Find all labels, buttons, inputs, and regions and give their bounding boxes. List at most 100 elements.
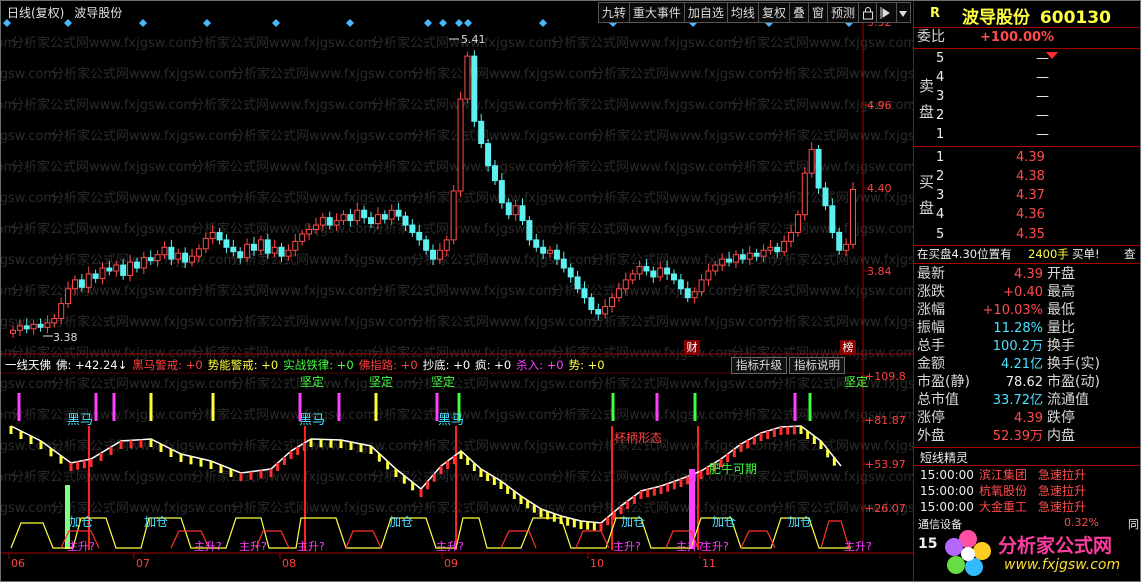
add-position-label: 加仓 [788, 515, 812, 529]
candle-body [306, 229, 313, 235]
major-events-button[interactable]: 重大事件 [629, 2, 685, 23]
candle-body [271, 246, 278, 254]
event-diamond-icon [539, 19, 547, 27]
watermark-text: 分析家公式网www.fxjgsw.com [51, 128, 236, 144]
candle-body [113, 264, 120, 272]
watermark-text: 分析家公式网www.fxjgsw.com [191, 469, 376, 485]
flag-arrow-icon[interactable] [877, 2, 897, 23]
quote-title: 波导股份 600130 [962, 3, 1111, 28]
sell-row-5: 5— [936, 51, 1049, 66]
main-up-label: 主升? [436, 540, 464, 553]
add-watchlist-button[interactable]: 加自选 [684, 2, 728, 23]
watermark-text: 分析家公式网www.fxjgsw.com [731, 469, 913, 485]
candle-body [505, 202, 512, 216]
add-position-label: 加仓 [389, 515, 413, 529]
watermark-text: 分析家公式网www.fxjgsw.com [11, 159, 196, 175]
watermark-text: 分析家公式网www.fxjgsw.com [591, 128, 776, 144]
watermark-text: 分析家公式网www.fxjgsw.com [231, 66, 416, 82]
short-line-item[interactable]: 15:00:00 大金重工 急速拉升 [914, 499, 1140, 515]
indicator-heima: 黑马警戒: +0 [132, 358, 203, 372]
candle-body [595, 309, 602, 315]
indicator-shineng: 势能警戒: +0 [207, 358, 279, 372]
candle-body [547, 249, 554, 254]
event-diamond-icon [439, 19, 447, 27]
candle-body [106, 267, 113, 272]
candle-body [326, 217, 333, 226]
jiuzhuan-button[interactable]: 九转 [597, 2, 630, 23]
candle-body [581, 288, 588, 299]
candle-body [712, 264, 719, 272]
order-notice[interactable]: 在买盘4.30位置有 2400手 买单! 查 [914, 246, 1140, 263]
candle-body [478, 120, 485, 145]
indicator-sharu: 杀入: +0 [516, 358, 564, 372]
short-line-title[interactable]: 短线精灵 [920, 449, 968, 466]
sell-row-2: 2— [936, 108, 1049, 123]
watermark-text: 分析家公式网www.fxjgsw.com [771, 190, 913, 206]
site-logo: 分析家公式网 www.fxjgsw.com [944, 525, 1140, 581]
candle-body [794, 214, 801, 233]
candle-body [677, 279, 684, 290]
watermark-text: 分析家公式网www.fxjgsw.com [771, 128, 913, 144]
add-position-label: 加仓 [621, 515, 645, 529]
restore-rights-button[interactable]: 复权 [758, 2, 790, 23]
candle-body [450, 190, 457, 241]
moving-average-button[interactable]: 均线 [727, 2, 759, 23]
watermark-text: 分析家公式网www.fxjgsw.com [551, 221, 736, 237]
watermark-text: 分析家公式网www.fxjgsw.com [771, 66, 913, 82]
candle-body [374, 214, 381, 225]
short-line-item[interactable]: 15:00:00 滨江集团 急速拉升 [914, 467, 1140, 483]
sell-row-1: 1— [936, 127, 1049, 142]
candle-body [705, 270, 712, 281]
watermark-text: 分析家公式网www.fxjgsw.com [411, 128, 596, 144]
candle-body [202, 237, 209, 250]
event-diamond-icon [464, 19, 472, 27]
high-price-label: 5.41 [461, 33, 486, 46]
finance-badge[interactable]: 财 [684, 340, 700, 355]
weibi-row: 委比 +100.00% [914, 29, 1140, 46]
candle-body [120, 264, 127, 276]
candle-body [333, 220, 340, 226]
forecast-button[interactable]: 预测 [827, 2, 859, 23]
ranking-badge[interactable]: 榜 [840, 340, 856, 355]
date-axis-label: 11 [702, 557, 716, 570]
chart-canvas[interactable]: 分析家公式网www.fxjgsw.com分析家公式网www.fxjgsw.com… [1, 1, 913, 582]
candle-body [719, 258, 726, 266]
stock-chart-window: 分析家公式网www.fxjgsw.com分析家公式网www.fxjgsw.com… [0, 0, 1141, 582]
event-diamond-icon [424, 19, 432, 27]
watermark-text: 分析家公式网www.fxjgsw.com [231, 190, 416, 206]
indicator-help-button[interactable]: 指标说明 [789, 357, 845, 374]
candle-body [519, 205, 526, 222]
candle-body [615, 288, 622, 299]
indicator-upgrade-button[interactable]: 指标升级 [731, 357, 787, 374]
short-line-item[interactable]: 15:00:00 杭氧股份 急速拉升 [914, 483, 1140, 499]
indicator-name[interactable]: 一线天佛 [5, 357, 51, 373]
candle-body [133, 261, 140, 269]
flower-logo-icon [945, 530, 991, 576]
watermark-text: 分析家公式网www.fxjgsw.com [51, 438, 236, 454]
bottom-number: 15 [918, 536, 938, 552]
candle-body [464, 55, 471, 100]
candle-body [602, 306, 609, 315]
watermark-text: 分析家公式网www.fxjgsw.com [371, 283, 556, 299]
candle-body [361, 209, 368, 219]
candle-body [746, 252, 753, 260]
candle-body [161, 246, 168, 256]
window-button[interactable]: 窗 [808, 2, 828, 23]
candle-body [553, 249, 560, 260]
watermark-text: 分析家公式网www.fxjgsw.com [231, 128, 416, 144]
quote-stock-name: 波导股份 [962, 8, 1030, 28]
candle-body [423, 239, 430, 251]
watermark-text: 分析家公式网www.fxjgsw.com [231, 252, 416, 268]
watermark-text: 分析家公式网www.fxjgsw.com [371, 97, 556, 113]
lock-icon[interactable] [859, 2, 877, 23]
candle-body [78, 279, 85, 288]
price-axis-label: 4.96 [867, 99, 892, 112]
watermark-text: 分析家公式网www.fxjgsw.com [191, 97, 376, 113]
candle-body [788, 231, 795, 242]
dropdown-icon[interactable] [897, 2, 911, 23]
candle-body [388, 209, 395, 220]
candle-body [140, 257, 147, 269]
overlay-button[interactable]: 叠 [789, 2, 809, 23]
candle-body [664, 267, 671, 275]
period-label[interactable]: 日线(复权) [7, 6, 64, 20]
